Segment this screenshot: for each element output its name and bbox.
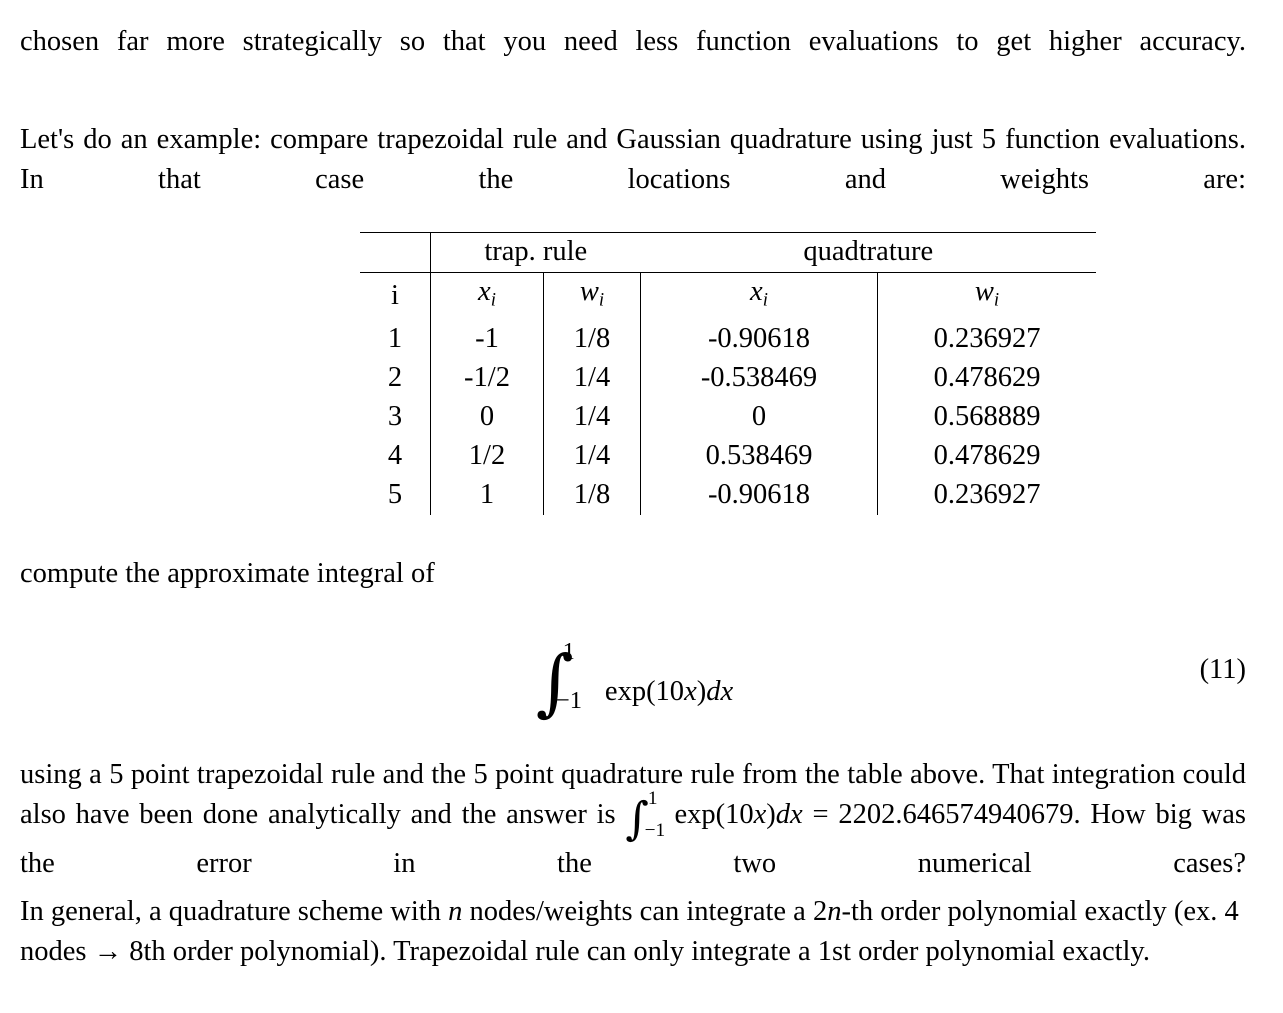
integrand-prefix: exp(10 [604,676,685,707]
inline-differential-d: d [775,799,791,830]
column-header-trap-w: wi [543,272,641,321]
paragraph-4-part-2: nodes/weights can integrate a 2 [462,896,828,927]
cell-quad-x: -0.90618 [640,476,878,516]
cell-trap-w: 1/8 [543,476,641,516]
inline-differential-variable: x [790,799,803,830]
table-column-header-row: i xi wi xi wi [360,272,1096,321]
integral-upper-limit: 1 [562,638,575,666]
quadrature-table: trap. rule quadtrature i xi wi xi wi 1 -… [360,232,1096,516]
table-row: 5 1 1/8 -0.90618 0.236927 [360,476,1096,516]
cell-quad-w: 0.568889 [877,398,1096,438]
cell-quad-x: 0 [640,398,878,438]
cell-index: 4 [387,440,403,472]
paragraph-block-4: In general, a quadrature scheme with n n… [20,892,1246,1012]
cell-trap-w: 1/4 [543,359,641,399]
differential-variable: x [720,676,734,707]
lead-in-text: compute the approximate integral of [20,558,435,589]
cell-trap-x: 0 [430,398,544,438]
differential-d: d [706,676,721,707]
integral-lower-limit: −1 [555,687,583,715]
paragraph-block-1: chosen far more strategically so that yo… [20,22,1246,102]
inline-integral-expression: ∫ 1 −1 [625,788,675,844]
integrand-suffix: ) [696,676,707,707]
column-header-quad-x: xi [640,272,878,321]
trap-x-subscript: i [490,289,496,311]
cell-quad-w: 0.478629 [877,359,1096,399]
cell-quad-w: 0.236927 [877,476,1096,516]
right-arrow-icon: → [93,936,123,967]
equals-sign: = [812,799,829,830]
cell-quad-w: 0.236927 [877,320,1096,360]
cell-trap-w: 1/8 [543,320,641,360]
group-header-blank [360,232,431,273]
cell-index: 1 [387,323,403,355]
display-equation: ∫ 1 −1 exp(10x)dx [20,638,1246,719]
group-header-quadrature: quadtrature [640,232,1096,273]
cell-trap-w: 1/4 [543,437,641,477]
quad-w-symbol: w [974,276,994,307]
table-row: 4 1/2 1/4 0.538469 0.478629 [360,437,1096,477]
cell-trap-x: 1 [430,476,544,516]
inline-integrand-variable: x [753,799,767,830]
table-row: 3 0 1/4 0 0.568889 [360,398,1096,438]
integrand-variable: x [684,676,697,707]
paragraph-2: Let's do an example: compare trapezoidal… [20,124,1246,195]
trap-w-symbol: w [579,276,599,307]
inline-integrand-suffix: ) [766,799,776,830]
cell-trap-w: 1/4 [543,398,641,438]
cell-trap-x: -1/2 [430,359,544,399]
quad-x-symbol: x [750,276,763,307]
column-header-trap-x: xi [430,272,544,321]
paragraph-4-part-1: In general, a quadrature scheme with [20,896,449,927]
cell-index: 3 [387,401,403,433]
integral-limits: 1 −1 [556,638,603,714]
cell-trap-x: 1/2 [430,437,544,477]
cell-quad-x: -0.90618 [640,320,878,360]
table-row: 1 -1 1/8 -0.90618 0.236927 [360,320,1096,360]
table-group-header-row: trap. rule quadtrature [360,232,1096,273]
integrand: exp(10x)dx [605,676,733,707]
cell-quad-x: -0.538469 [640,359,878,399]
table-row: 2 -1/2 1/4 -0.538469 0.478629 [360,359,1096,399]
quad-w-subscript: i [993,289,1000,311]
inline-integral-lower-limit: −1 [644,820,666,842]
cell-trap-x: -1 [430,320,544,360]
paragraph-4: In general, a quadrature scheme with n n… [20,892,1246,1012]
cell-index: 5 [387,479,403,511]
variable-n-2: n [827,896,842,927]
integral-expression: ∫ 1 −1 exp(10x)dx [536,638,733,719]
variable-n: n [448,896,463,927]
document-page: chosen far more strategically so that yo… [0,0,1283,1013]
quadrature-table-wrapper: trap. rule quadtrature i xi wi xi wi 1 -… [360,232,1096,516]
paragraph-4-part-4: 8th order polynomial). Trapezoidal rule … [122,936,1150,967]
column-header-quad-w: wi [877,272,1096,321]
cell-quad-x: 0.538469 [640,437,878,477]
quad-x-subscript: i [762,289,768,311]
paragraph-block-2: Let's do an example: compare trapezoidal… [20,120,1246,240]
column-header-index: i [360,272,431,321]
display-equation-row: ∫ 1 −1 exp(10x)dx (11) [20,628,1246,719]
trap-w-subscript: i [598,289,605,311]
paragraph-1: chosen far more strategically so that yo… [20,26,1246,57]
inline-integrand-prefix: exp(10 [674,799,754,830]
group-header-trapezoidal: trap. rule [430,232,641,273]
inline-integral-limits: 1 −1 [645,788,675,842]
trap-x-symbol: x [478,276,491,307]
cell-quad-w: 0.478629 [877,437,1096,477]
paragraph-block-leadin: compute the approximate integral of [20,554,1246,594]
cell-index: 2 [387,362,403,394]
equation-number: (11) [1199,654,1246,685]
